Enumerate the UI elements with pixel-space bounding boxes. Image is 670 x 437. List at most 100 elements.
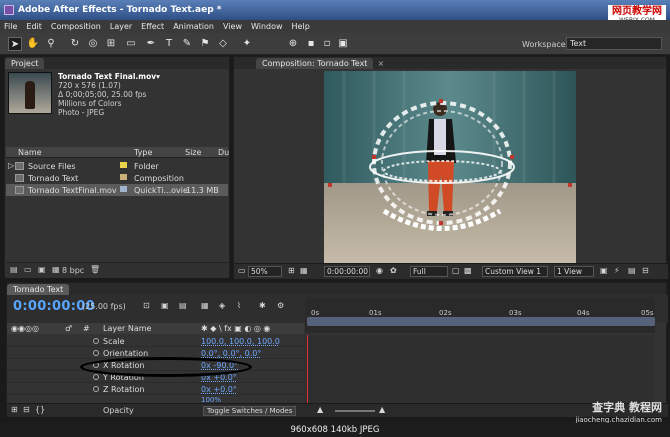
axis-mode-icon[interactable]: ⊕ bbox=[286, 37, 300, 51]
list-item[interactable]: Tornado TextFinal.mov QuickTi...ovie 11.… bbox=[6, 184, 228, 196]
col-duration[interactable]: Du bbox=[218, 148, 229, 157]
zoom-tool-icon[interactable]: ⚲ bbox=[44, 37, 58, 51]
label-color-swatch[interactable] bbox=[120, 162, 127, 168]
property-value[interactable]: 0.0°, 0.0°, 0.0° bbox=[201, 349, 261, 358]
menu-composition[interactable]: Composition bbox=[51, 22, 101, 31]
3d-view-select[interactable]: Custom View 1 bbox=[482, 266, 548, 277]
label-color-swatch[interactable] bbox=[120, 186, 127, 192]
list-item[interactable]: Tornado Text Composition bbox=[6, 172, 228, 184]
brush-tool-icon[interactable]: ✎ bbox=[180, 37, 194, 51]
view-layout-select[interactable]: 1 View bbox=[554, 266, 594, 277]
current-time-indicator[interactable] bbox=[307, 335, 308, 403]
selection-tool-icon[interactable]: ➤ bbox=[8, 37, 22, 51]
hand-tool-icon[interactable]: ✋ bbox=[26, 37, 40, 51]
draft-3d-icon[interactable]: ▣ bbox=[161, 301, 169, 310]
menu-help[interactable]: Help bbox=[292, 22, 310, 31]
tab-composition[interactable]: Composition: Tornado Text bbox=[256, 58, 374, 69]
menu-window[interactable]: Window bbox=[251, 22, 283, 31]
track-area[interactable] bbox=[305, 335, 655, 403]
new-folder-icon[interactable]: ▭ bbox=[24, 265, 32, 274]
expand-layer-switches-icon[interactable]: ⊞ bbox=[11, 405, 18, 414]
menu-effect[interactable]: Effect bbox=[141, 22, 164, 31]
menu-view[interactable]: View bbox=[223, 22, 242, 31]
zoom-in-mountain-icon[interactable]: ▲ bbox=[379, 405, 385, 414]
region-of-interest-icon[interactable]: ▢ bbox=[452, 266, 460, 275]
disclosure-triangle-icon[interactable]: ▷ bbox=[8, 161, 14, 170]
eraser-tool-icon[interactable]: ◇ bbox=[216, 37, 230, 51]
expand-in-out-icon[interactable]: {} bbox=[35, 405, 45, 414]
trash-icon[interactable]: 🗑 bbox=[90, 265, 100, 274]
zoom-out-mountain-icon[interactable]: ▲ bbox=[317, 405, 323, 414]
orbit-camera-tool-icon[interactable]: ◎ bbox=[86, 37, 100, 51]
snapshot-camera-icon[interactable]: ◉ bbox=[376, 266, 383, 275]
col-type[interactable]: Type bbox=[134, 148, 152, 157]
expand-transfer-controls-icon[interactable]: ⊟ bbox=[23, 405, 30, 414]
property-row-z-rotation[interactable]: Z Rotation 0x +0.0° bbox=[7, 383, 304, 395]
show-channel-icon[interactable]: ✿ bbox=[390, 266, 397, 275]
safe-zones-icon[interactable]: ⊞ bbox=[288, 266, 295, 275]
timeline-zoom-slider[interactable] bbox=[335, 410, 375, 412]
stopwatch-icon[interactable] bbox=[93, 386, 99, 392]
grid-icon[interactable]: ▦ bbox=[300, 266, 308, 275]
fast-previews-icon[interactable]: ⚡ bbox=[614, 266, 620, 275]
property-value[interactable]: 100.0, 100.0, 100.0 bbox=[201, 337, 280, 346]
tab-project[interactable]: Project bbox=[5, 58, 45, 69]
color-depth-icon[interactable]: ▦ bbox=[52, 265, 60, 274]
label-column-icon[interactable]: ♂ bbox=[65, 324, 72, 333]
type-tool-icon[interactable]: T bbox=[162, 37, 176, 51]
work-area-bar[interactable] bbox=[307, 317, 655, 326]
timeline-icon[interactable]: ▤ bbox=[628, 266, 636, 275]
av-features-icon[interactable]: ◉◉◎◎ bbox=[11, 324, 39, 333]
menu-edit[interactable]: Edit bbox=[26, 22, 42, 31]
col-size[interactable]: Size bbox=[185, 148, 201, 157]
view-axis-icon[interactable]: ▣ bbox=[336, 37, 350, 51]
puppet-pin-tool-icon[interactable]: ✦ bbox=[240, 37, 254, 51]
pen-tool-icon[interactable]: ✒ bbox=[144, 37, 158, 51]
world-axis-icon[interactable]: ▫ bbox=[320, 37, 334, 51]
stopwatch-icon[interactable] bbox=[93, 338, 99, 344]
rotate-tool-icon[interactable]: ↻ bbox=[68, 37, 82, 51]
interpret-footage-icon[interactable]: ▤ bbox=[10, 265, 18, 274]
flowchart-icon[interactable]: ⊟ bbox=[642, 266, 649, 275]
composition-canvas[interactable] bbox=[324, 71, 576, 293]
opacity-value[interactable]: 100% bbox=[201, 396, 221, 404]
live-update-icon[interactable]: ⊡ bbox=[143, 301, 150, 310]
property-row-scale[interactable]: Scale 100.0, 100.0, 100.0 bbox=[7, 335, 304, 347]
workspace-select[interactable]: Text bbox=[566, 37, 662, 50]
stopwatch-icon[interactable] bbox=[93, 350, 99, 356]
always-preview-icon[interactable]: ▭ bbox=[238, 266, 246, 275]
footage-name[interactable]: Tornado Text Final.mov▾ bbox=[58, 72, 160, 81]
close-tab-icon[interactable]: × bbox=[377, 58, 384, 69]
comp-marker-icon[interactable]: ▤ bbox=[179, 301, 187, 310]
frame-blending-icon[interactable]: ▦ bbox=[201, 301, 209, 310]
stopwatch-icon[interactable] bbox=[93, 374, 99, 380]
bit-depth-label[interactable]: 8 bpc bbox=[62, 266, 84, 275]
resolution-select[interactable]: Full bbox=[410, 266, 448, 277]
viewer-timecode[interactable]: 0:00:00:00 bbox=[324, 266, 370, 277]
layer-name-header[interactable]: Layer Name bbox=[103, 324, 151, 333]
new-composition-icon[interactable]: ▣ bbox=[38, 265, 46, 274]
zoom-select[interactable]: 50% bbox=[248, 266, 282, 277]
motion-blur-icon[interactable]: ◈ bbox=[219, 301, 225, 310]
time-ruler[interactable]: 0s 01s 02s 03s 04s 05s bbox=[305, 297, 655, 333]
toggle-pixel-aspect-icon[interactable]: ▣ bbox=[600, 266, 608, 275]
switches-header-icon[interactable]: ✱ ◆ \ fx ▣ ◐ ◎ ◉ bbox=[201, 324, 270, 333]
toggle-switches-modes-button[interactable]: Toggle Switches / Modes bbox=[203, 406, 297, 416]
brainstorm-icon[interactable]: ✱ bbox=[259, 301, 266, 310]
col-name[interactable]: Name bbox=[18, 148, 42, 157]
clone-stamp-tool-icon[interactable]: ⚑ bbox=[198, 37, 212, 51]
mask-tool-icon[interactable]: ▭ bbox=[124, 37, 138, 51]
menu-animation[interactable]: Animation bbox=[173, 22, 214, 31]
menu-layer[interactable]: Layer bbox=[110, 22, 132, 31]
tab-timeline[interactable]: Tornado Text bbox=[7, 284, 70, 295]
auto-keyframe-icon[interactable]: ⚙ bbox=[277, 301, 284, 310]
local-axis-icon[interactable]: ▪ bbox=[304, 37, 318, 51]
label-color-swatch[interactable] bbox=[120, 174, 127, 180]
graph-editor-icon[interactable]: ⌇ bbox=[237, 301, 241, 310]
property-value[interactable]: 0x +0.0° bbox=[201, 385, 237, 394]
transparency-grid-icon[interactable]: ▩ bbox=[464, 266, 472, 275]
list-item[interactable]: ▷ Source Files Folder bbox=[6, 160, 228, 172]
pan-behind-tool-icon[interactable]: ⊞ bbox=[104, 37, 118, 51]
menu-file[interactable]: File bbox=[4, 22, 17, 31]
layer-number-icon[interactable]: # bbox=[83, 324, 90, 333]
